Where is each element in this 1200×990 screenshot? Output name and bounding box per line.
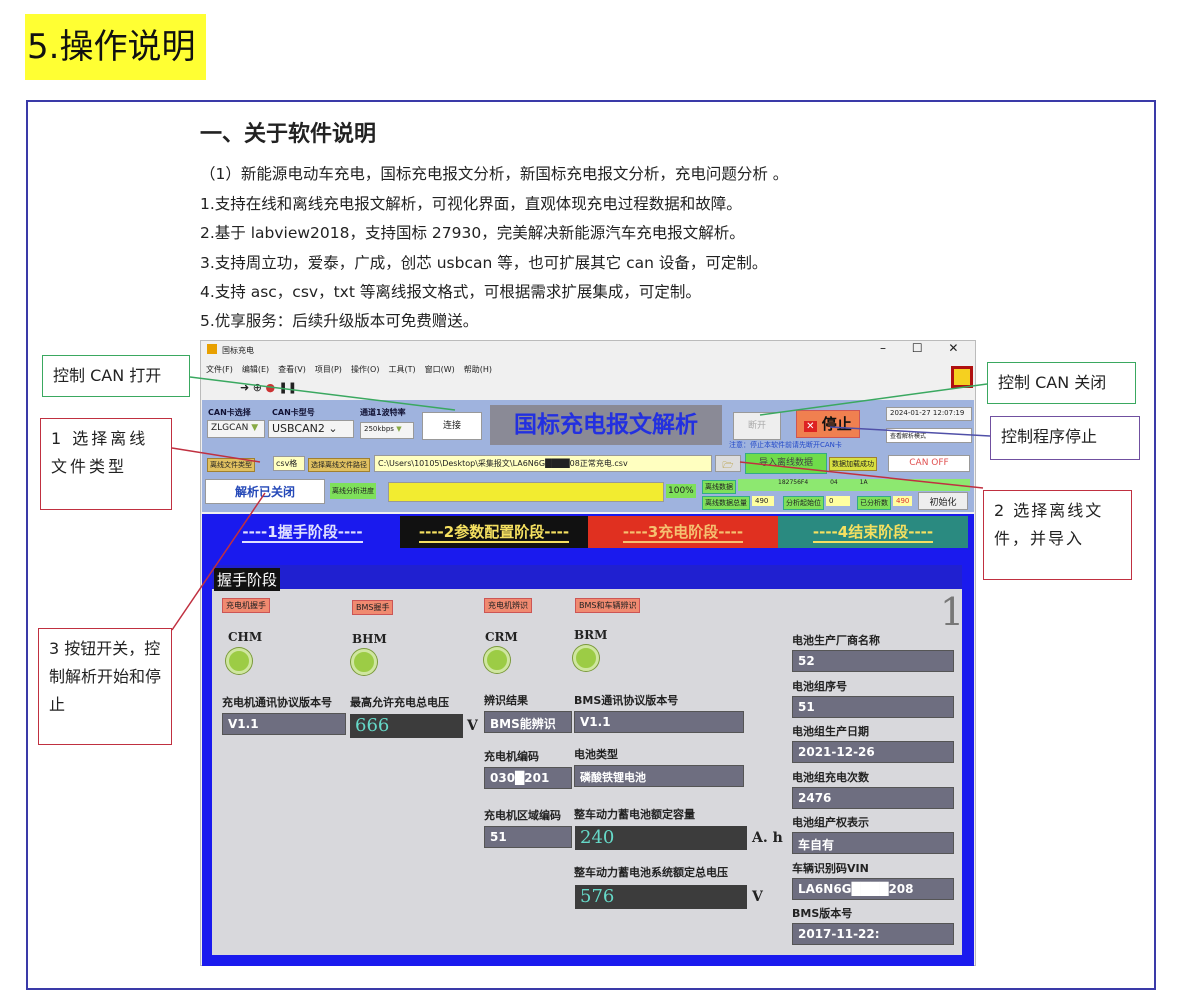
callout-import: 2 选择离线文件，并导入: [983, 490, 1132, 580]
callout-stop: 控制程序停止: [990, 416, 1140, 460]
callout-toggle: 3 按钮开关，控制解析开始和停止: [38, 628, 172, 745]
callout-can-open: 控制 CAN 打开: [42, 355, 190, 397]
callout-can-close: 控制 CAN 关闭: [987, 362, 1136, 404]
leader-lines: [171, 376, 991, 631]
callout-file-type: 1 选择离线文件类型: [40, 418, 172, 510]
